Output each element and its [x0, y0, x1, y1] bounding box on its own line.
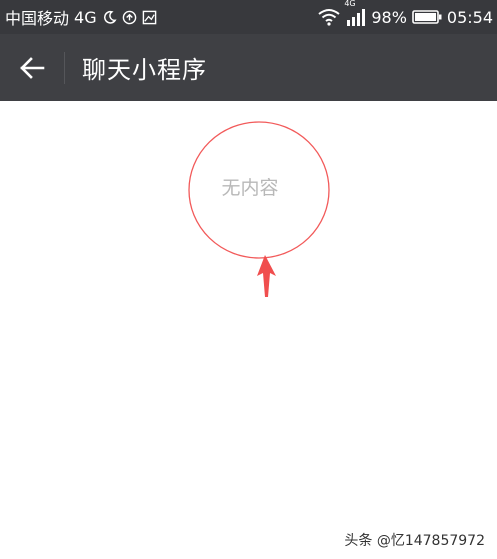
status-right: 4G 98% 05:54 [317, 0, 493, 27]
title-divider [64, 51, 65, 84]
moon-icon [102, 10, 117, 25]
back-button[interactable] [0, 34, 64, 101]
battery-percent: 98% [371, 7, 407, 27]
watermark: 头条 @忆147857972 [344, 533, 485, 549]
annotation-overlay [188, 121, 330, 297]
title-bar: 聊天小程序 [0, 34, 497, 101]
clock: 05:54 [446, 7, 493, 27]
annotation-arrow [257, 255, 276, 297]
signal-label: 4G [344, 0, 356, 8]
network-label: 4G [74, 7, 97, 27]
wifi-icon [317, 8, 341, 26]
empty-state-text: 无内容 [221, 177, 279, 199]
sync-icon [122, 10, 137, 25]
image-icon [142, 10, 157, 25]
status-bar: 中国移动 4G 4G 98% 05:54 [0, 0, 497, 34]
content-area: 无内容 头条 @忆147857972 [0, 101, 497, 559]
page-title: 聊天小程序 [82, 56, 207, 84]
status-left: 中国移动 4G [5, 5, 157, 29]
carrier-label: 中国移动 [5, 9, 70, 28]
screen: 中国移动 4G 4G 98% 05:54 聊天小程序 无内容 头条 @忆1478… [0, 0, 497, 559]
arrow-left-icon [20, 56, 45, 79]
signal-icon: 4G [344, 0, 366, 26]
battery-icon [412, 10, 442, 24]
